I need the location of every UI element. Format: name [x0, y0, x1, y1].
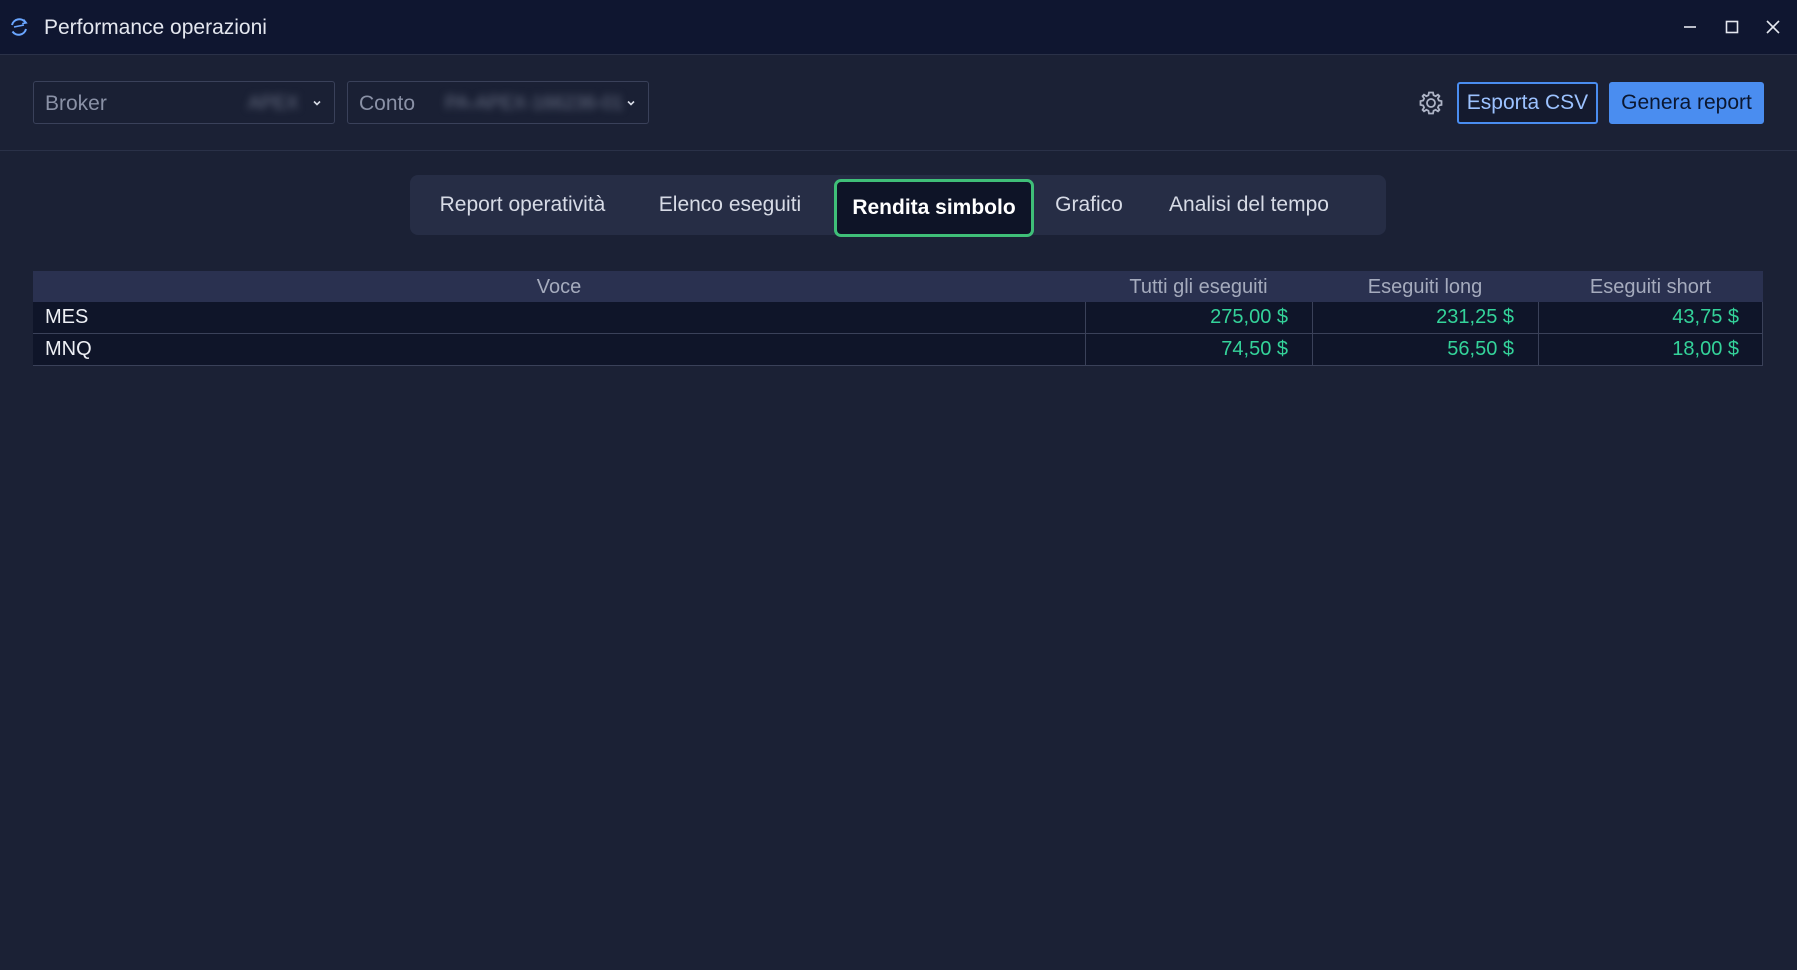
toolbar: Broker APEX Conto PA-APEX-166236-01 Espo… [0, 55, 1797, 151]
column-header-long-trades[interactable]: Eseguiti long [1312, 271, 1538, 302]
title-bar: Performance operazioni [0, 0, 1797, 55]
row-short-value: 18,00 $ [1538, 334, 1763, 366]
broker-select-value: APEX [248, 93, 299, 114]
minimize-button[interactable] [1675, 12, 1705, 42]
app-sync-icon [11, 18, 28, 36]
chevron-down-icon [627, 100, 635, 106]
row-border [1762, 334, 1763, 366]
tab-report-operativita[interactable]: Report operatività [410, 175, 635, 235]
view-tabs: Report operatività Elenco eseguiti Rendi… [410, 175, 1386, 237]
export-csv-button[interactable]: Esporta CSV [1457, 82, 1598, 124]
maximize-icon [1725, 20, 1739, 34]
broker-select-label: Broker [45, 92, 107, 115]
row-all-value: 74,50 $ [1085, 334, 1312, 366]
broker-select[interactable]: Broker APEX [33, 81, 335, 124]
column-header-all-trades[interactable]: Tutti gli eseguiti [1085, 271, 1312, 302]
row-short-value: 43,75 $ [1538, 302, 1763, 334]
close-icon [1766, 20, 1780, 34]
table-header: Voce Tutti gli eseguiti Eseguiti long Es… [33, 271, 1763, 302]
tab-rendita-simbolo[interactable]: Rendita simbolo [834, 179, 1034, 237]
conto-select[interactable]: Conto PA-APEX-166236-01 [347, 81, 649, 124]
tab-analisi-del-tempo[interactable]: Analisi del tempo [1140, 175, 1358, 235]
symbol-performance-table: Voce Tutti gli eseguiti Eseguiti long Es… [33, 271, 1763, 366]
row-border [1762, 302, 1763, 334]
conto-select-label: Conto [359, 92, 416, 115]
close-button[interactable] [1758, 12, 1788, 42]
row-symbol: MNQ [45, 338, 92, 360]
table-row[interactable]: MES 275,00 $ 231,25 $ 43,75 $ [33, 302, 1763, 334]
tab-elenco-eseguiti[interactable]: Elenco eseguiti [635, 175, 825, 235]
chevron-down-icon [313, 100, 321, 106]
row-symbol: MES [45, 306, 89, 328]
app-window: Performance operazioni Broker APEX Conto… [0, 0, 1797, 970]
table-row[interactable]: MNQ 74,50 $ 56,50 $ 18,00 $ [33, 334, 1763, 366]
row-all-value: 275,00 $ [1085, 302, 1312, 334]
maximize-button[interactable] [1717, 12, 1747, 42]
conto-select-value: PA-APEX-166236-01 [445, 93, 624, 114]
row-long-value: 231,25 $ [1312, 302, 1538, 334]
row-long-value: 56,50 $ [1312, 334, 1538, 366]
column-header-voce[interactable]: Voce [33, 271, 1085, 302]
window-title: Performance operazioni [44, 16, 267, 39]
minimize-icon [1684, 26, 1696, 28]
generate-report-button[interactable]: Genera report [1609, 82, 1764, 124]
column-header-short-trades[interactable]: Eseguiti short [1538, 271, 1763, 302]
tab-grafico[interactable]: Grafico [1044, 175, 1134, 235]
gear-icon[interactable] [1418, 90, 1444, 116]
